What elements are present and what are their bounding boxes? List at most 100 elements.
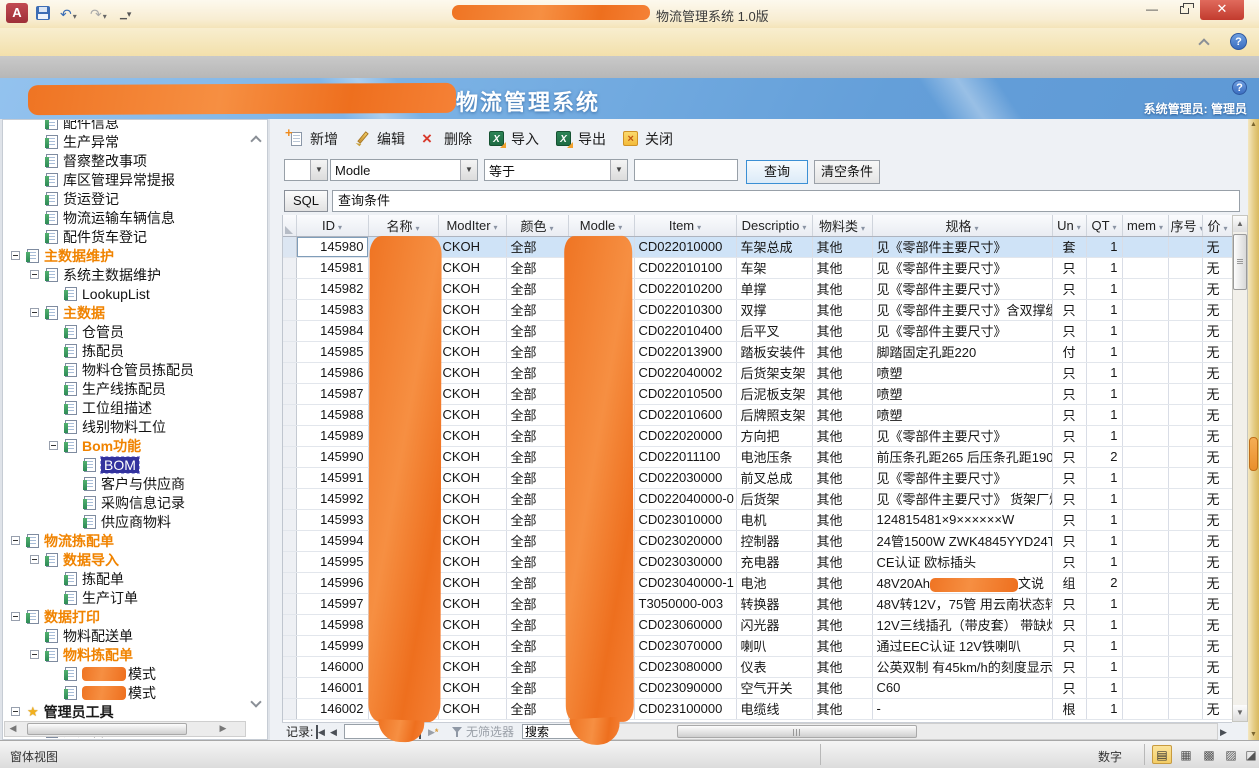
col-header-qty[interactable]: QT▾ <box>1086 215 1122 236</box>
cell-desc[interactable]: 空气开关 <box>736 677 812 698</box>
clear-conditions-button[interactable]: 清空条件 <box>814 160 880 184</box>
minimize-ribbon-icon[interactable] <box>1198 38 1209 49</box>
cell-moditem[interactable]: CKOH <box>438 551 506 572</box>
cell-seq[interactable] <box>1168 341 1202 362</box>
cell-qty[interactable]: 1 <box>1086 509 1122 530</box>
cell-mem[interactable] <box>1122 404 1168 425</box>
cell-mtype[interactable]: 其他 <box>812 635 872 656</box>
form-view-icon[interactable]: ▤ <box>1152 745 1172 764</box>
cell-qty[interactable]: 1 <box>1086 383 1122 404</box>
row-selector[interactable] <box>283 236 296 257</box>
cell-id[interactable]: 145999 <box>296 635 368 656</box>
cell-price[interactable]: 无 <box>1202 446 1232 467</box>
cell-id[interactable]: 145994 <box>296 530 368 551</box>
row-selector[interactable] <box>283 299 296 320</box>
cell-price[interactable]: 无 <box>1202 383 1232 404</box>
cell-color[interactable]: 全部 <box>506 551 568 572</box>
tree-item-仓管员[interactable]: 仓管员 <box>3 322 267 341</box>
cell-unit[interactable]: 只 <box>1052 467 1086 488</box>
cell-spec[interactable]: 48V20Ah文说 <box>872 572 1052 593</box>
cell-seq[interactable] <box>1168 635 1202 656</box>
cell-spec[interactable]: 见《零部件主要尺寸》 <box>872 236 1052 257</box>
scroll-left-icon[interactable]: ◀ <box>5 722 21 736</box>
cell-unit[interactable]: 付 <box>1052 341 1086 362</box>
cell-unit[interactable]: 只 <box>1052 446 1086 467</box>
cell-item[interactable]: CD022010300 <box>634 299 736 320</box>
cell-moditem[interactable]: CKOH <box>438 278 506 299</box>
cell-seq[interactable] <box>1168 383 1202 404</box>
cell-price[interactable]: 无 <box>1202 236 1232 257</box>
cell-color[interactable]: 全部 <box>506 257 568 278</box>
cell-price[interactable]: 无 <box>1202 635 1232 656</box>
cell-mem[interactable] <box>1122 593 1168 614</box>
cell-spec[interactable]: 喷塑 <box>872 362 1052 383</box>
cell-id[interactable]: 146001 <box>296 677 368 698</box>
col-header-desc[interactable]: Descriptio▾ <box>736 215 812 236</box>
window-vscrollbar[interactable]: ▲ ▼ <box>1248 119 1259 740</box>
cell-price[interactable]: 无 <box>1202 467 1232 488</box>
cell-unit[interactable]: 只 <box>1052 677 1086 698</box>
cell-item[interactable]: CD022010200 <box>634 278 736 299</box>
cell-mem[interactable] <box>1122 278 1168 299</box>
cell-seq[interactable] <box>1168 446 1202 467</box>
minimize-button[interactable]: — <box>1138 0 1166 20</box>
cell-spec[interactable]: 24管1500W ZWK4845YYD24T0 <box>872 530 1052 551</box>
cell-mem[interactable] <box>1122 614 1168 635</box>
cell-item[interactable]: T3050000-003 <box>634 593 736 614</box>
col-header-name[interactable]: 名称▾ <box>368 215 438 236</box>
chevron-down-icon[interactable]: ▼ <box>610 160 627 180</box>
scroll-up-icon[interactable]: ▲ <box>1249 121 1258 128</box>
cell-qty[interactable]: 1 <box>1086 299 1122 320</box>
cell-unit[interactable]: 组 <box>1052 572 1086 593</box>
sql-button[interactable]: SQL <box>284 190 328 212</box>
cell-desc[interactable]: 后牌照支架 <box>736 404 812 425</box>
cell-seq[interactable] <box>1168 278 1202 299</box>
cell-unit[interactable]: 只 <box>1052 299 1086 320</box>
cell-unit[interactable]: 根 <box>1052 698 1086 719</box>
cell-mem[interactable] <box>1122 425 1168 446</box>
tree-item-LookupList[interactable]: LookupList <box>3 284 267 303</box>
cell-mem[interactable] <box>1122 677 1168 698</box>
close-form-button[interactable]: ×关闭 <box>623 129 673 149</box>
cell-item[interactable]: CD023080000 <box>634 656 736 677</box>
scroll-down-icon[interactable]: ▼ <box>1233 705 1247 721</box>
cell-item[interactable]: CD023090000 <box>634 677 736 698</box>
cell-mtype[interactable]: 其他 <box>812 698 872 719</box>
collapse-icon[interactable] <box>30 555 39 564</box>
cell-seq[interactable] <box>1168 677 1202 698</box>
cell-id[interactable]: 145996 <box>296 572 368 593</box>
scroll-right-icon[interactable]: ▶ <box>215 722 231 736</box>
cell-id[interactable]: 145985 <box>296 341 368 362</box>
cell-color[interactable]: 全部 <box>506 299 568 320</box>
cell-mtype[interactable]: 其他 <box>812 362 872 383</box>
cell-item[interactable]: CD022010400 <box>634 320 736 341</box>
tree-item-数据导入[interactable]: 数据导入 <box>3 550 267 569</box>
scroll-right-icon[interactable]: ▶ <box>1220 725 1227 739</box>
col-header-spec[interactable]: 规格▾ <box>872 215 1052 236</box>
cell-mtype[interactable]: 其他 <box>812 614 872 635</box>
cell-moditem[interactable]: CKOH <box>438 299 506 320</box>
collapse-icon[interactable] <box>11 612 20 621</box>
cell-desc[interactable]: 单撑 <box>736 278 812 299</box>
cell-color[interactable]: 全部 <box>506 614 568 635</box>
col-header-id[interactable]: ID▾ <box>296 215 368 236</box>
datasheet-view-icon[interactable]: ▦ <box>1176 745 1196 764</box>
cell-price[interactable]: 无 <box>1202 404 1232 425</box>
cell-price[interactable]: 无 <box>1202 656 1232 677</box>
cell-color[interactable]: 全部 <box>506 635 568 656</box>
cell-price[interactable]: 无 <box>1202 257 1232 278</box>
cell-id[interactable]: 145990 <box>296 446 368 467</box>
cell-seq[interactable] <box>1168 299 1202 320</box>
cell-qty[interactable]: 1 <box>1086 614 1122 635</box>
cell-spec[interactable]: 见《零部件主要尺寸》 货架厂烤漆 <box>872 488 1052 509</box>
row-selector[interactable] <box>283 362 296 383</box>
row-selector[interactable] <box>283 614 296 635</box>
tree-item-物料仓管员拣配员[interactable]: 物料仓管员拣配员 <box>3 360 267 379</box>
cell-seq[interactable] <box>1168 257 1202 278</box>
cell-moditem[interactable]: CKOH <box>438 341 506 362</box>
cell-unit[interactable]: 只 <box>1052 383 1086 404</box>
cell-qty[interactable]: 1 <box>1086 236 1122 257</box>
chevron-down-icon[interactable]: ▼ <box>460 160 477 180</box>
cell-desc[interactable]: 控制器 <box>736 530 812 551</box>
cell-qty[interactable]: 2 <box>1086 446 1122 467</box>
